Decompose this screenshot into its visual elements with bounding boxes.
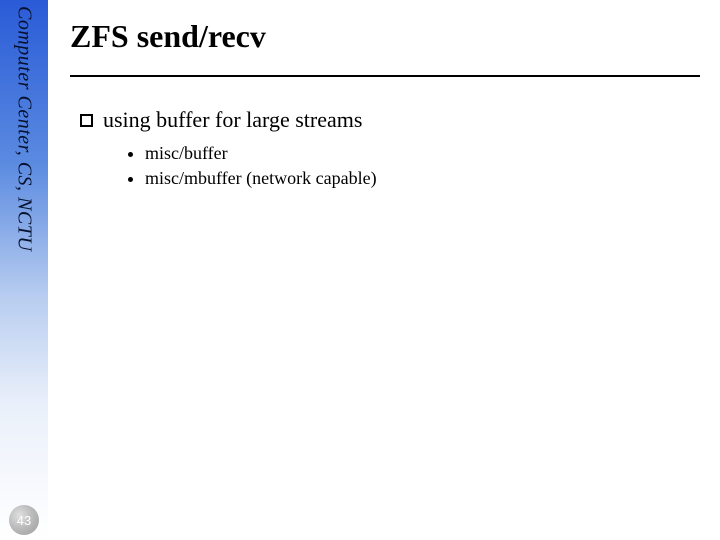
bullet-level1: using buffer for large streams (80, 107, 700, 133)
title-underline (70, 75, 700, 77)
bullet-level1-text: using buffer for large streams (103, 107, 362, 133)
content-area: ZFS send/recv using buffer for large str… (70, 0, 700, 540)
bullet-level2-text: misc/buffer (145, 143, 228, 164)
dot-bullet-icon (128, 152, 133, 157)
bullet-level2-text: misc/mbuffer (network capable) (145, 168, 377, 189)
slide-title: ZFS send/recv (70, 0, 700, 55)
bullet-level2: misc/mbuffer (network capable) (128, 168, 700, 189)
sidebar-affiliation: Computer Center, CS, NCTU (13, 6, 36, 251)
page-number: 43 (9, 505, 39, 535)
square-bullet-icon (80, 114, 93, 127)
sidebar: Computer Center, CS, NCTU (0, 0, 48, 540)
slide: Computer Center, CS, NCTU 43 ZFS send/re… (0, 0, 720, 540)
page-number-container: 43 (0, 500, 48, 540)
bullet-level2: misc/buffer (128, 143, 700, 164)
dot-bullet-icon (128, 177, 133, 182)
